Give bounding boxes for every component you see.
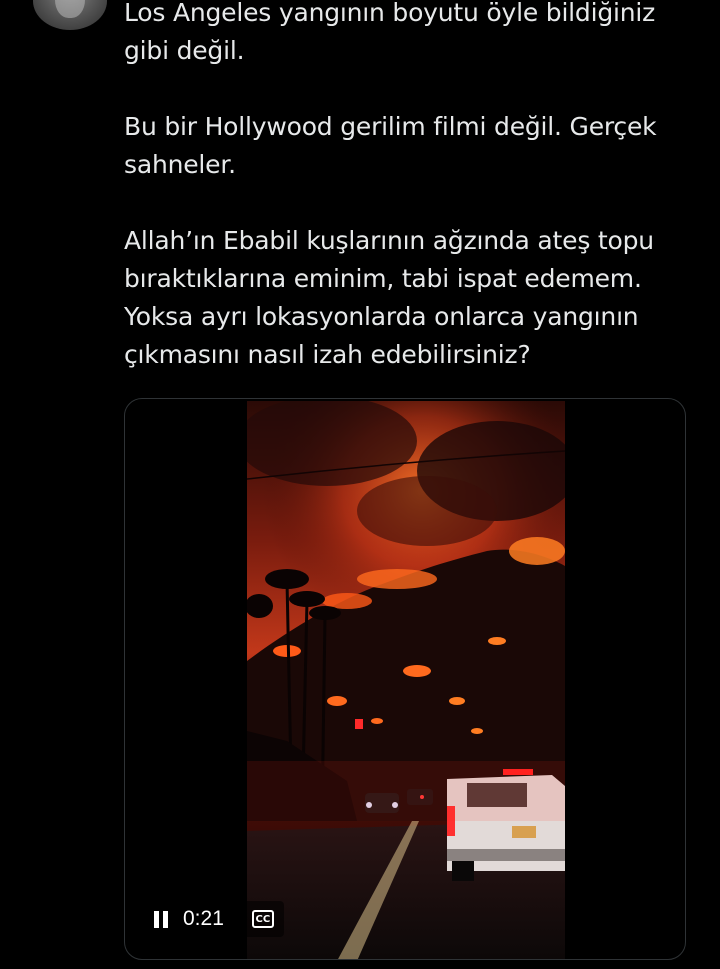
tweet-paragraph-1: Los Angeles yangının boyutu öyle bildiği… <box>124 0 656 65</box>
closed-captions-button[interactable]: CC <box>241 901 284 937</box>
tweet-paragraph-2: Bu bir Hollywood gerilim filmi değil. Ge… <box>124 112 657 179</box>
video-frame[interactable] <box>247 401 565 959</box>
video-time: 0:21 <box>183 907 224 930</box>
pause-icon-bar <box>163 910 168 928</box>
pause-icon <box>154 910 159 928</box>
avatar-image <box>55 0 85 18</box>
video-controls: 0:21 CC <box>147 899 284 939</box>
closed-captions-icon: CC <box>251 910 274 928</box>
tweet-paragraph-3: Allah’ın Ebabil kuşlarının ağzında ateş … <box>124 226 654 369</box>
wildfire-video-still <box>247 401 565 959</box>
video-player[interactable]: 0:21 CC <box>124 398 686 960</box>
author-avatar[interactable] <box>33 0 107 30</box>
tweet-text: Los Angeles yangının boyutu öyle bildiği… <box>124 0 694 412</box>
pause-button[interactable] <box>147 905 175 933</box>
